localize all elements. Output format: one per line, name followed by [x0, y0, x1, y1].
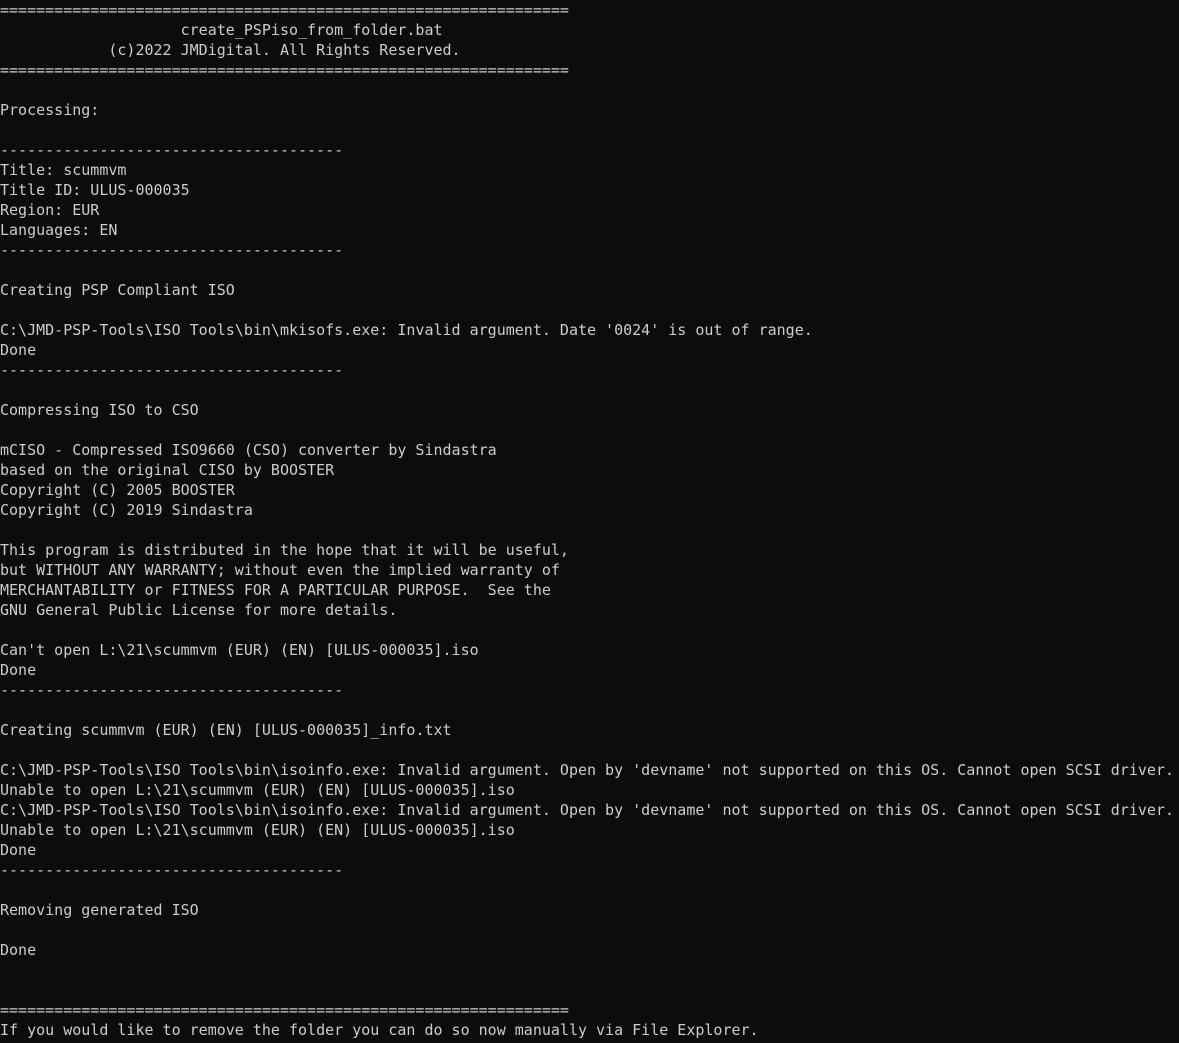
console-line: GNU General Public License for more deta… — [0, 601, 398, 619]
console-line: This program is distributed in the hope … — [0, 541, 569, 559]
console-line: -------------------------------------- — [0, 361, 344, 379]
console-line: -------------------------------------- — [0, 861, 344, 879]
console-line: MERCHANTABILITY or FITNESS FOR A PARTICU… — [0, 581, 551, 599]
console-line: -------------------------------------- — [0, 681, 344, 699]
console-window[interactable]: ========================================… — [0, 0, 1179, 1043]
console-line: Removing generated ISO — [0, 901, 199, 919]
console-line: Done — [0, 941, 37, 959]
console-line: Title: scummvm — [0, 161, 127, 179]
console-line: Region: EUR — [0, 201, 100, 219]
console-line: Copyright (C) 2019 Sindastra — [0, 501, 253, 519]
console-line: Can't open L:\21\scummvm (EUR) (EN) [ULU… — [0, 641, 479, 659]
console-line: -------------------------------------- — [0, 241, 344, 259]
console-line: C:\JMD-PSP-Tools\ISO Tools\bin\isoinfo.e… — [0, 801, 1174, 819]
console-line: Done — [0, 341, 37, 359]
console-line: Title ID: ULUS-000035 — [0, 181, 190, 199]
console-line: ========================================… — [0, 61, 569, 79]
console-line: but WITHOUT ANY WARRANTY; without even t… — [0, 561, 560, 579]
console-line: Languages: EN — [0, 221, 118, 239]
console-line: Done — [0, 841, 37, 859]
console-line: If you would like to remove the folder y… — [0, 1021, 759, 1039]
console-line: Unable to open L:\21\scummvm (EUR) (EN) … — [0, 781, 515, 799]
console-line: Compressing ISO to CSO — [0, 401, 199, 419]
console-line: Done — [0, 661, 37, 679]
console-line: Unable to open L:\21\scummvm (EUR) (EN) … — [0, 821, 515, 839]
console-line: create_PSPiso_from_folder.bat — [0, 21, 443, 39]
console-line: Processing: — [0, 101, 100, 119]
console-line: -------------------------------------- — [0, 141, 344, 159]
console-line: ========================================… — [0, 1001, 569, 1019]
console-line: C:\JMD-PSP-Tools\ISO Tools\bin\mkisofs.e… — [0, 321, 813, 339]
console-line: Creating PSP Compliant ISO — [0, 281, 235, 299]
console-line: Creating scummvm (EUR) (EN) [ULUS-000035… — [0, 721, 452, 739]
console-line: (c)2022 JMDigital. All Rights Reserved. — [0, 41, 461, 59]
console-line: Copyright (C) 2005 BOOSTER — [0, 481, 235, 499]
console-line: based on the original CISO by BOOSTER — [0, 461, 335, 479]
console-line: mCISO - Compressed ISO9660 (CSO) convert… — [0, 441, 497, 459]
console-line: ========================================… — [0, 1, 569, 19]
console-line: C:\JMD-PSP-Tools\ISO Tools\bin\isoinfo.e… — [0, 761, 1174, 779]
